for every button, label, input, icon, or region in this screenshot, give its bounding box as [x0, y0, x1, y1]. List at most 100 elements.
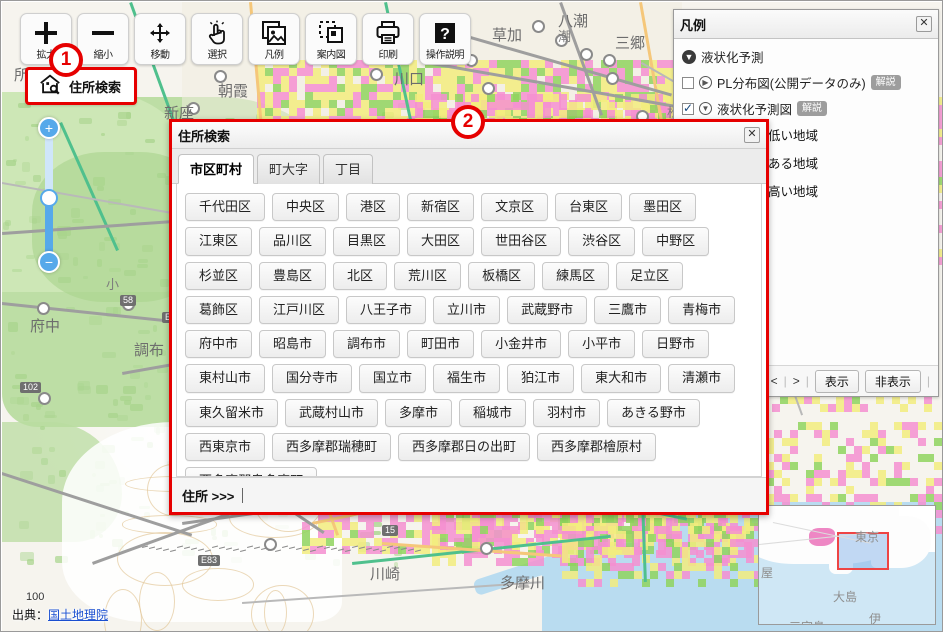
- toolbar-button-overview[interactable]: 案内図: [305, 13, 357, 65]
- municipality-button[interactable]: 府中市: [185, 330, 253, 359]
- attribution-link[interactable]: 国土地理院: [48, 608, 108, 622]
- municipality-button[interactable]: 狛江市: [507, 364, 575, 393]
- municipality-button[interactable]: 稲城市: [459, 398, 527, 428]
- municipality-button[interactable]: 杉並区: [185, 261, 253, 290]
- municipality-button[interactable]: 目黒区: [333, 227, 401, 256]
- legend-hide-button[interactable]: 非表示: [864, 369, 921, 393]
- municipality-button[interactable]: 福生市: [433, 364, 501, 393]
- municipality-button[interactable]: 荒川区: [394, 261, 462, 290]
- municipality-button[interactable]: 千代田区: [185, 193, 266, 222]
- zoom-slider-control[interactable]: + −: [38, 117, 60, 273]
- legend-close-icon[interactable]: ✕: [916, 16, 932, 32]
- municipality-button[interactable]: 練馬区: [542, 261, 610, 290]
- toolbar-button-pan[interactable]: 移動: [134, 13, 186, 65]
- legend-group-row[interactable]: ▼ 液状化予測: [682, 47, 930, 66]
- liquefaction-cell: [385, 92, 393, 100]
- municipality-button[interactable]: 清瀬市: [668, 364, 736, 393]
- municipality-button[interactable]: 町田市: [407, 330, 475, 359]
- legend-layer-row-liquefaction[interactable]: ▼ 液状化予測図 解説: [682, 99, 930, 118]
- municipality-button[interactable]: 葛飾区: [185, 295, 253, 325]
- municipality-button[interactable]: 東村山市: [185, 364, 266, 393]
- toolbar-button-legend[interactable]: 凡例: [248, 13, 300, 65]
- municipality-button[interactable]: 台東区: [555, 193, 623, 222]
- municipality-button[interactable]: 武蔵村山市: [285, 398, 379, 428]
- map-feature: [72, 218, 85, 224]
- toolbar-label-help: 操作説明: [426, 50, 465, 61]
- municipality-button[interactable]: 西多摩郡奥多摩町: [185, 467, 318, 476]
- liquefaction-cell: [302, 538, 310, 546]
- municipality-button[interactable]: 足立区: [616, 261, 684, 290]
- municipality-button[interactable]: 東久留米市: [185, 398, 279, 428]
- municipality-button[interactable]: 三鷹市: [594, 295, 662, 325]
- municipality-button[interactable]: 中央区: [272, 193, 340, 222]
- municipality-button[interactable]: 中野区: [642, 227, 710, 256]
- liquefaction-cell: [746, 571, 754, 579]
- liquefaction-cell: [630, 518, 638, 526]
- tab-市区町村[interactable]: 市区町村: [178, 154, 255, 184]
- municipality-button[interactable]: 調布市: [333, 330, 401, 359]
- municipality-button[interactable]: 八王子市: [346, 295, 427, 325]
- municipality-button[interactable]: 江戸川区: [259, 295, 340, 325]
- zoom-in-button[interactable]: +: [38, 117, 60, 139]
- municipality-button[interactable]: 北区: [333, 261, 388, 290]
- municipality-button[interactable]: あきる野市: [607, 398, 700, 428]
- toolbar-button-zoom-out[interactable]: 縮小: [77, 13, 129, 65]
- municipality-button[interactable]: 小金井市: [481, 330, 562, 359]
- municipality-button[interactable]: 西東京市: [185, 433, 266, 462]
- municipality-button[interactable]: 西多摩郡日の出町: [398, 433, 531, 462]
- municipality-button[interactable]: 世田谷区: [481, 227, 562, 256]
- municipality-button[interactable]: 東大和市: [581, 364, 662, 393]
- legend-help-button-pl[interactable]: 解説: [870, 75, 901, 90]
- municipality-button[interactable]: 多摩市: [385, 398, 453, 428]
- municipality-button[interactable]: 品川区: [259, 227, 327, 256]
- liquefaction-cell: [734, 526, 742, 534]
- municipality-button[interactable]: 文京区: [481, 193, 549, 222]
- legend-help-button-liquefaction[interactable]: 解説: [797, 101, 828, 116]
- chevron-down-circle-icon[interactable]: ▼: [699, 102, 712, 115]
- municipality-button[interactable]: 昭島市: [259, 330, 327, 359]
- liquefaction-cell: [265, 68, 273, 76]
- municipality-button[interactable]: 国分寺市: [272, 364, 353, 393]
- municipality-button[interactable]: 豊島区: [259, 261, 327, 290]
- map-feature: [137, 330, 151, 334]
- municipality-button[interactable]: 日野市: [642, 330, 710, 359]
- legend-prev-button[interactable]: <: [771, 374, 778, 388]
- legend-show-button[interactable]: 表示: [814, 369, 859, 393]
- municipality-button[interactable]: 渋谷区: [568, 227, 636, 256]
- liquefaction-cell: [846, 462, 854, 470]
- municipality-button[interactable]: 西多摩郡瑞穂町: [272, 433, 392, 462]
- municipality-button[interactable]: 板橋区: [468, 261, 536, 290]
- toolbar-button-select[interactable]: 選択: [191, 13, 243, 65]
- legend-next-button[interactable]: >: [793, 374, 800, 388]
- toolbar-button-help[interactable]: ? 操作説明: [419, 13, 471, 65]
- liquefaction-cell: [553, 68, 561, 76]
- tab-丁目[interactable]: 丁目: [323, 154, 374, 184]
- municipality-button[interactable]: 大田区: [407, 227, 475, 256]
- toolbar-button-print[interactable]: 印刷: [362, 13, 414, 65]
- municipality-button[interactable]: 西多摩郡檜原村: [537, 433, 657, 462]
- zoom-out-button[interactable]: −: [38, 251, 60, 273]
- municipality-button[interactable]: 墨田区: [629, 193, 697, 222]
- map-feature: [41, 458, 49, 466]
- municipality-button[interactable]: 羽村市: [533, 398, 601, 428]
- municipality-button[interactable]: 武蔵野市: [507, 295, 588, 325]
- zoom-slider-handle[interactable]: [40, 189, 58, 207]
- dialog-close-icon[interactable]: ✕: [744, 127, 760, 143]
- chevron-right-icon[interactable]: ▶: [699, 76, 712, 89]
- municipality-button[interactable]: 青梅市: [668, 295, 736, 325]
- liquefaction-cell: [431, 110, 439, 118]
- municipality-button[interactable]: 立川市: [433, 295, 501, 325]
- municipality-button[interactable]: 小平市: [568, 330, 636, 359]
- municipality-button[interactable]: 国立市: [359, 364, 427, 393]
- overview-minimap[interactable]: 東京大島伊 屋三宅島: [758, 505, 936, 625]
- municipality-button[interactable]: 江東区: [185, 227, 253, 256]
- legend-layer-checkbox-liquefaction[interactable]: [682, 101, 694, 115]
- municipality-button[interactable]: 新宿区: [407, 193, 475, 222]
- legend-layer-checkbox-pl[interactable]: [682, 76, 694, 89]
- liquefaction-cell: [440, 526, 448, 534]
- liquefaction-cell: [892, 396, 900, 404]
- municipality-button[interactable]: 港区: [346, 193, 401, 222]
- legend-layer-row-pl[interactable]: ▶ PL分布図(公開データのみ) 解説: [682, 73, 930, 92]
- address-search-button[interactable]: 住所検索: [25, 67, 137, 105]
- tab-町大字[interactable]: 町大字: [257, 154, 321, 184]
